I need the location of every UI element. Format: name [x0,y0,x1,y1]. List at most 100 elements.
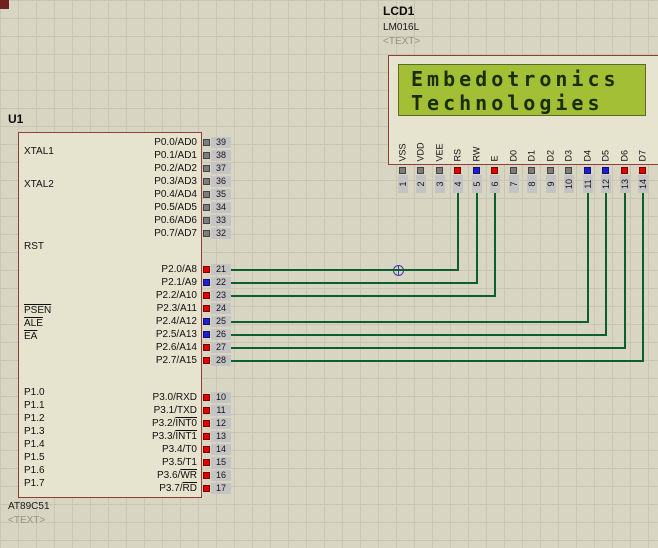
u1-right-pin-label: P3.0/RXD [152,392,197,403]
pin-state-square [203,344,210,351]
wire-segment[interactable] [494,193,496,297]
u1-left-pin-label: P1.3 [24,426,45,437]
pin-number-box: 8 [527,175,537,193]
pin-number-box: 22 [211,277,231,288]
lcd-part-label[interactable]: LM016L [383,22,419,33]
pin-number-box: 9 [546,175,556,193]
pin-number-box: 3 [435,175,445,193]
pin-number-box: 14 [638,175,648,193]
pin-state-square [454,167,461,174]
pin-state-square [203,204,210,211]
u1-right-pin-label: P2.7/A15 [155,355,197,366]
pin-state-square [203,139,210,146]
wire-segment[interactable] [642,193,644,362]
pin-number-box: 10 [564,175,574,193]
pin-number-box: 38 [211,150,231,161]
wire-segment[interactable] [476,193,478,284]
u1-right-pin-label: P2.4/A12 [155,316,197,327]
lcd-pin-label: D3 [563,149,574,162]
pin-state-square [203,279,210,286]
pin-number-box: 7 [509,175,519,193]
wire-segment[interactable] [587,193,589,323]
wire-segment[interactable] [231,282,478,284]
u1-left-pin-label: XTAL2 [24,179,54,190]
pin-state-square [203,446,210,453]
pin-number-box: 33 [211,215,231,226]
pin-state-square [203,266,210,273]
pin-state-square [621,167,628,174]
pin-state-square [203,165,210,172]
pin-number-box: 37 [211,163,231,174]
wire-segment[interactable] [457,193,459,271]
u1-right-pin-label: P0.2/AD2 [154,163,197,174]
u1-right-pin-label: P0.4/AD4 [154,189,197,200]
u1-right-pin-label: P3.1/TXD [153,405,197,416]
pin-state-square [639,167,646,174]
pin-number-box: 10 [211,392,231,403]
pin-state-square [203,357,210,364]
pin-state-square [436,167,443,174]
wire-segment[interactable] [231,295,496,297]
pin-state-square [602,167,609,174]
u1-right-pin-label: P2.6/A14 [155,342,197,353]
u1-left-pin-label: EA [24,331,38,342]
lcd-pin-label: D1 [526,149,537,162]
lcd-pin-label: D0 [508,149,519,162]
pin-state-square [203,407,210,414]
pin-number-box: 23 [211,290,231,301]
u1-text-placeholder: <TEXT> [8,515,46,526]
pin-state-square [510,167,517,174]
pin-number-box: 36 [211,176,231,187]
pin-state-square [584,167,591,174]
lcd-display-line1: Embedotronics [411,67,620,91]
lcd-pin-label: RW [471,146,482,162]
wire-segment[interactable] [231,321,589,323]
pin-number-box: 26 [211,329,231,340]
wire-segment[interactable] [231,347,626,349]
pin-state-square [203,152,210,159]
pin-number-box: 11 [583,175,593,193]
u1-right-pin-label: P0.6/AD6 [154,215,197,226]
schematic-canvas[interactable]: U1 AT89C51 <TEXT> LCD1 LM016L <TEXT> Emb… [0,0,658,548]
pin-state-square [203,472,210,479]
pin-state-square [203,305,210,312]
wire-segment[interactable] [231,334,607,336]
u1-left-pin-label: P1.0 [24,387,45,398]
u1-left-pin-label: P1.5 [24,452,45,463]
pin-state-square [547,167,554,174]
pin-number-box: 25 [211,316,231,327]
pin-state-square [203,230,210,237]
u1-part-label[interactable]: AT89C51 [8,501,50,512]
u1-right-pin-label: P0.0/AD0 [154,137,197,148]
lcd-pin-label: VSS [397,143,408,162]
pin-number-box: 34 [211,202,231,213]
lcd-pin-label: VEE [434,143,445,162]
u1-right-pin-label: P3.4/T0 [161,444,197,455]
wire-segment[interactable] [605,193,607,336]
pin-state-square [491,167,498,174]
u1-right-pin-label: P2.5/A13 [155,329,197,340]
u1-ref-label[interactable]: U1 [8,112,23,126]
origin-marker [0,0,9,9]
wire-segment[interactable] [624,193,626,349]
lcd-pin-label: VDD [415,142,426,162]
u1-right-pin-label: P0.3/AD3 [154,176,197,187]
lcd-pin-label: RS [452,148,463,162]
pin-state-square [203,331,210,338]
pin-number-box: 28 [211,355,231,366]
u1-left-pin-label: P1.2 [24,413,45,424]
pin-state-square [203,217,210,224]
pin-state-square [528,167,535,174]
pin-state-square [203,394,210,401]
u1-right-pin-label: P0.5/AD5 [154,202,197,213]
lcd-screen: Embedotronics Technologies [398,64,646,116]
lcd-ref-label[interactable]: LCD1 [383,4,414,18]
u1-right-pin-label: P2.2/A10 [155,290,197,301]
lcd-pin-label: D5 [600,149,611,162]
wire-segment[interactable] [231,269,459,271]
pin-number-box: 2 [416,175,426,193]
pin-state-square [203,420,210,427]
u1-right-pin-label: P3.3/INT1 [151,431,197,442]
wire-segment[interactable] [231,360,644,362]
lcd-display-line2: Technologies [411,91,604,115]
